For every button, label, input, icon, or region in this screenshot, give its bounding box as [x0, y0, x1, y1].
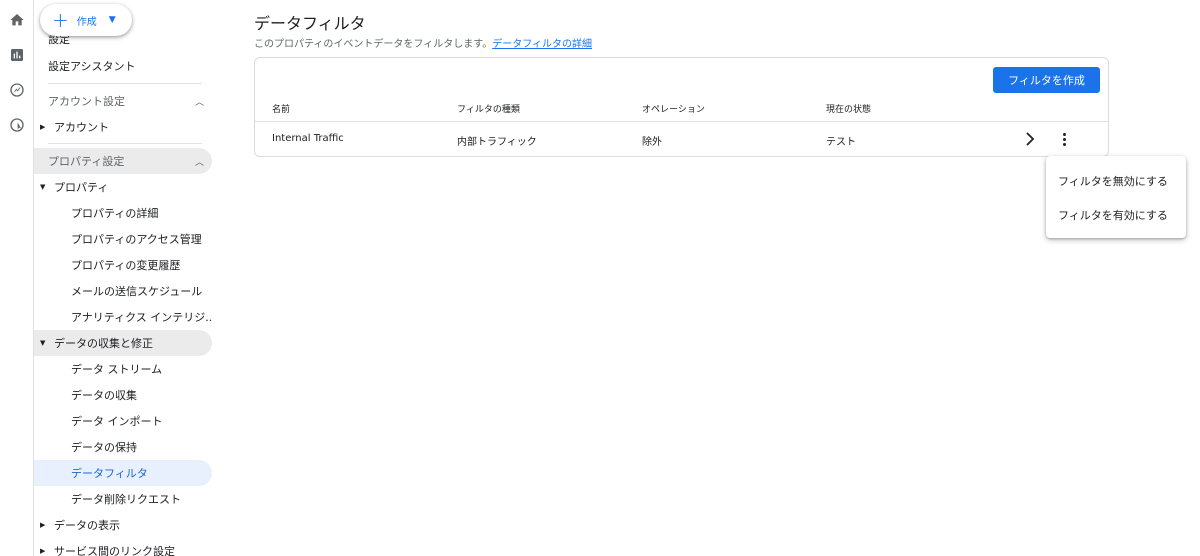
sidebar-item-data-collection-sub[interactable]: データの収集 — [34, 382, 212, 408]
sidebar-item-service-links[interactable]: ▶ サービス間のリンク設定 — [34, 538, 212, 556]
sidebar-divider — [48, 83, 202, 84]
column-header-name: 名前 — [272, 105, 291, 115]
sidebar-item-data-retention[interactable]: データの保持 — [34, 434, 212, 460]
cell-type: 内部トラフィック — [457, 137, 537, 148]
create-label: 作成 — [76, 16, 97, 28]
cell-status: テスト — [826, 137, 856, 148]
sidebar-item-property[interactable]: ▼ プロパティ — [34, 174, 212, 200]
column-header-operation: オペレーション — [642, 105, 705, 115]
section-label: アカウント設定 — [48, 95, 125, 108]
explore-icon[interactable] — [6, 79, 28, 101]
sidebar-item-property-access[interactable]: プロパティのアクセス管理 — [34, 226, 212, 252]
home-icon[interactable] — [6, 9, 28, 31]
sidebar-divider — [48, 143, 202, 144]
sidebar-item-setup-assistant[interactable]: 設定アシスタント — [34, 53, 212, 79]
sidebar-item-property-history[interactable]: プロパティの変更履歴 — [34, 252, 212, 278]
sidebar-item-account[interactable]: ▶ アカウント — [34, 114, 212, 140]
reports-icon[interactable] — [6, 44, 28, 66]
sidebar-item-email-schedule[interactable]: メールの送信スケジュール — [34, 278, 212, 304]
sidebar-section-property[interactable]: プロパティ設定 ︿ — [34, 148, 212, 174]
filters-table-card: フィルタを作成 名前 フィルタの種類 オペレーション 現在の状態 Interna… — [254, 57, 1109, 157]
triangle-down-icon: ▼ — [40, 339, 46, 347]
sidebar-item-label: サービス間のリンク設定 — [54, 545, 175, 556]
cell-name: Internal Traffic — [272, 133, 344, 144]
menu-item-enable-filter[interactable]: フィルタを有効にする — [1046, 198, 1186, 232]
sidebar-item-data-display[interactable]: ▶ データの表示 — [34, 512, 212, 538]
plus-icon: + — [52, 8, 69, 32]
create-filter-button[interactable]: フィルタを作成 — [993, 67, 1100, 93]
chevron-up-icon: ︿ — [194, 157, 204, 168]
learn-more-link[interactable]: データフィルタの詳細 — [492, 39, 592, 50]
column-header-status: 現在の状態 — [826, 105, 872, 115]
sidebar-section-account[interactable]: アカウント設定 ︿ — [34, 88, 212, 114]
chevron-right-icon[interactable] — [1023, 130, 1037, 148]
row-actions-menu: フィルタを無効にする フィルタを有効にする — [1046, 156, 1186, 238]
sidebar-item-data-import[interactable]: データ インポート — [34, 408, 212, 434]
subtitle-text: このプロパティのイベントデータをフィルタします。 — [254, 39, 493, 50]
nav-rail — [0, 0, 34, 556]
triangle-right-icon: ▶ — [40, 547, 46, 555]
section-label: プロパティ設定 — [48, 155, 125, 168]
menu-item-disable-filter[interactable]: フィルタを無効にする — [1046, 164, 1186, 198]
sidebar-item-property-details[interactable]: プロパティの詳細 — [34, 200, 212, 226]
sidebar-item-label: アカウント — [54, 121, 109, 134]
triangle-right-icon: ▶ — [40, 521, 46, 529]
triangle-down-icon: ▼ — [40, 183, 46, 191]
sidebar-item-data-collection[interactable]: ▼ データの収集と修正 — [34, 330, 212, 356]
page-subtitle: このプロパティのイベントデータをフィルタします。データフィルタの詳細 — [254, 35, 592, 50]
sidebar-item-label: データの表示 — [54, 519, 120, 532]
sidebar-item-data-deletion[interactable]: データ削除リクエスト — [34, 486, 212, 512]
table-divider — [255, 121, 1108, 122]
triangle-right-icon: ▶ — [40, 123, 46, 131]
caret-down-icon: ▼ — [108, 15, 116, 25]
chevron-up-icon: ︿ — [194, 97, 204, 108]
sidebar-item-data-filters[interactable]: データフィルタ — [34, 460, 212, 486]
sidebar-item-label: プロパティ — [54, 181, 109, 194]
sidebar-item-data-streams[interactable]: データ ストリーム — [34, 356, 212, 382]
cell-operation: 除外 — [642, 137, 662, 148]
create-button[interactable]: + 作成 ▼ — [40, 4, 132, 36]
sidebar-item-analytics-intelligence[interactable]: アナリティクス インテリジ... — [34, 304, 212, 330]
advertising-icon[interactable] — [6, 114, 28, 136]
more-vert-icon[interactable] — [1057, 130, 1071, 148]
page-title: データフィルタ — [254, 14, 366, 33]
column-header-type: フィルタの種類 — [457, 105, 520, 115]
sidebar-item-label: データの収集と修正 — [54, 337, 153, 350]
sidebar: + 作成 ▼ 設定 設定アシスタント アカウント設定 ︿ ▶ アカウント プロパ… — [34, 0, 216, 556]
